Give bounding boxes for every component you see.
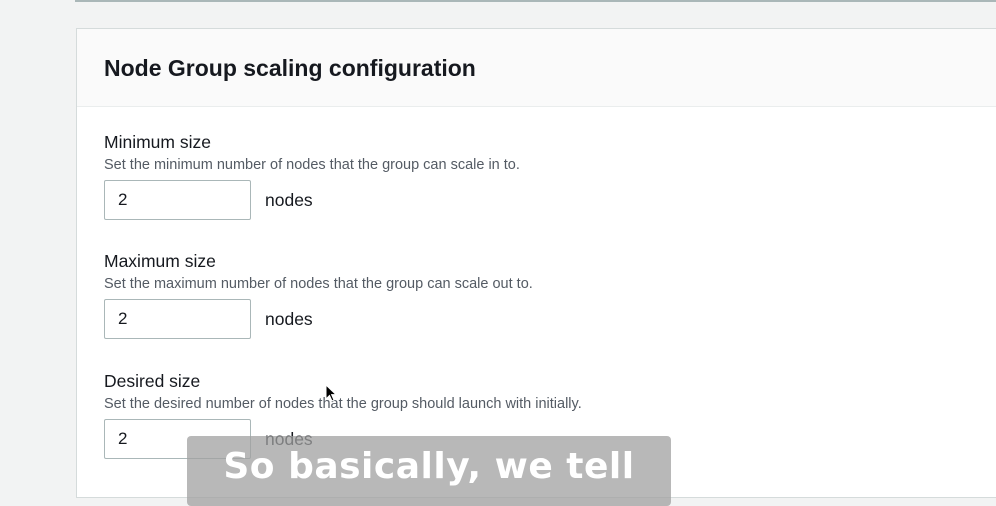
minimum-size-field: Minimum size Set the minimum number of n…	[104, 132, 520, 220]
maximum-size-unit: nodes	[265, 308, 313, 329]
mouse-pointer-icon	[325, 384, 337, 402]
desired-size-label: Desired size	[104, 371, 201, 391]
minimum-size-description: Set the minimum number of nodes that the…	[104, 157, 520, 173]
minimum-size-unit: nodes	[265, 189, 313, 210]
node-group-scaling-panel: Node Group scaling configuration Minimum…	[76, 28, 996, 498]
minimum-size-input-row: nodes	[104, 180, 520, 220]
video-caption: So basically, we tell	[187, 436, 671, 506]
desired-size-description: Set the desired number of nodes that the…	[104, 396, 582, 412]
maximum-size-field: Maximum size Set the maximum number of n…	[104, 251, 533, 339]
caption-text: So basically, we tell	[223, 446, 635, 487]
maximum-size-label: Maximum size	[104, 251, 216, 271]
minimum-size-input[interactable]	[104, 180, 251, 220]
maximum-size-input-row: nodes	[104, 299, 533, 339]
minimum-size-label: Minimum size	[104, 132, 211, 152]
previous-panel-edge	[75, 0, 996, 2]
maximum-size-input[interactable]	[104, 299, 251, 339]
maximum-size-description: Set the maximum number of nodes that the…	[104, 276, 533, 292]
panel-title: Node Group scaling configuration	[104, 55, 476, 81]
panel-header: Node Group scaling configuration	[77, 29, 996, 107]
